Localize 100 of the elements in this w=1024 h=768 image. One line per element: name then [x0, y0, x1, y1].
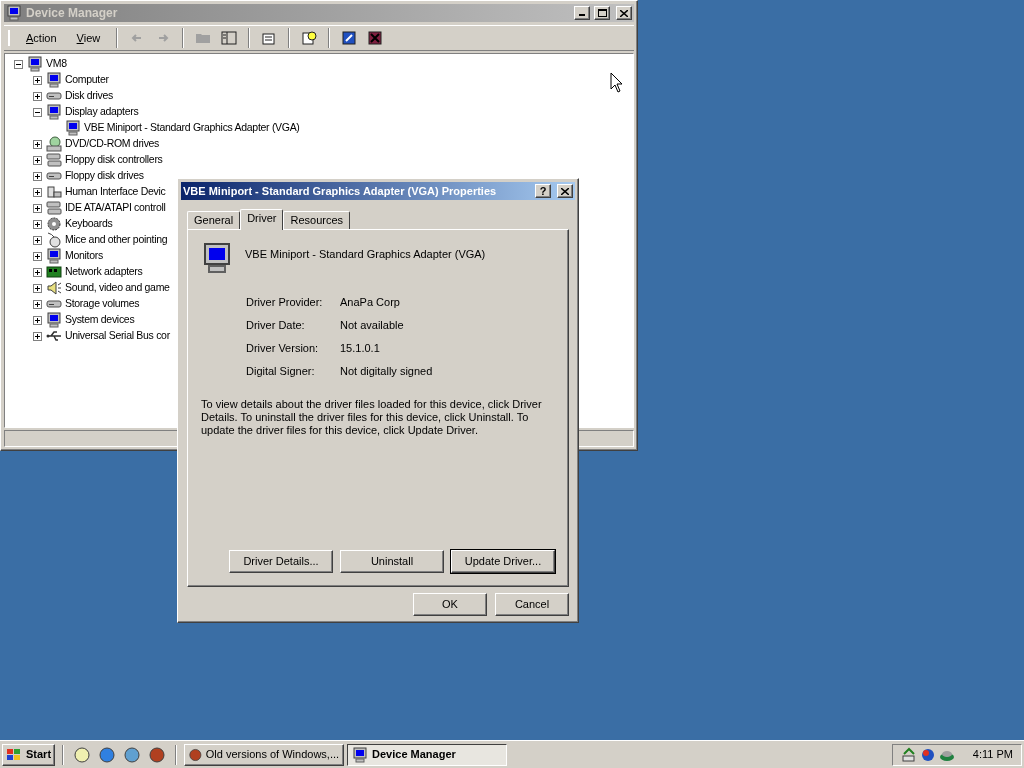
task-button[interactable]: Device Manager: [347, 743, 508, 766]
tree-item[interactable]: Human Interface Devic: [65, 184, 166, 200]
tree-item[interactable]: Disk drives: [65, 88, 114, 104]
tree-item[interactable]: Display adapters: [65, 104, 139, 120]
expand-toggle[interactable]: [32, 315, 42, 325]
plus-icon: [33, 156, 41, 164]
tab[interactable]: Driver: [240, 209, 284, 230]
tree-item[interactable]: Computer: [65, 72, 109, 88]
dialog-title: VBE Miniport - Standard Graphics Adapter (VGA) Properties: [183, 183, 498, 199]
ball-icon: [189, 746, 202, 763]
start-button[interactable]: Start: [2, 743, 56, 766]
expand-toggle[interactable]: [32, 155, 42, 165]
computer-icon: [27, 56, 43, 72]
expand-toggle[interactable]: [32, 107, 42, 117]
tree-item[interactable]: Universal Serial Bus cor: [65, 328, 170, 344]
expand-toggle[interactable]: [13, 59, 23, 69]
tree-item[interactable]: Floppy disk controllers: [65, 152, 163, 168]
clock: 4:11 PM: [972, 747, 1013, 763]
expand-toggle[interactable]: [32, 75, 42, 85]
menu-item[interactable]: View: [68, 29, 109, 47]
minimize-button[interactable]: [574, 6, 590, 20]
network-card-icon: [46, 264, 62, 280]
expand-toggle[interactable]: [32, 139, 42, 149]
action-button[interactable]: Uninstall: [340, 550, 444, 573]
field-value: AnaPa Corp: [340, 295, 400, 309]
usb-icon: [46, 328, 62, 344]
close-icon: [561, 187, 569, 195]
tab[interactable]: Resources: [283, 211, 351, 229]
ball-icon: [149, 746, 166, 763]
maximize-button[interactable]: [594, 6, 610, 20]
properties-icon: [261, 30, 278, 46]
plus-icon: [33, 140, 41, 148]
plus-icon: [33, 252, 41, 260]
plus-icon: [33, 76, 41, 84]
plus-icon: [33, 172, 41, 180]
tree-item[interactable]: System devices: [65, 312, 135, 328]
driver-description: To view details about the driver files loaded for this device, click Driver Details. To uninstall the driver files for this device, click Uninstall. To update the driver files for this device, click Update Driver.: [201, 398, 543, 437]
expand-toggle[interactable]: [32, 219, 42, 229]
task-button[interactable]: Old versions of Windows,...: [184, 743, 345, 766]
speaker-icon: [46, 280, 62, 296]
plus-icon: [33, 220, 41, 228]
close-icon: [620, 9, 628, 17]
tree-item[interactable]: VM8: [46, 56, 67, 72]
field-label: Driver Version:: [246, 341, 320, 355]
tree-item[interactable]: Monitors: [65, 248, 103, 264]
action-button[interactable]: Driver Details...: [229, 550, 333, 573]
expand-toggle[interactable]: [32, 203, 42, 213]
split-pane-icon: [221, 30, 238, 46]
tree-item[interactable]: Network adapters: [65, 264, 143, 280]
tree-item[interactable]: Sound, video and game: [65, 280, 170, 296]
computer-icon: [46, 72, 62, 88]
help-button[interactable]: ?: [535, 184, 551, 198]
field-value: Not available: [340, 318, 404, 332]
tree-item[interactable]: DVD/CD-ROM drives: [65, 136, 160, 152]
tree-item[interactable]: Mice and other pointing: [65, 232, 168, 248]
tree-item[interactable]: VBE Miniport - Standard Graphics Adapter (VGA): [84, 120, 300, 136]
tree-item[interactable]: Storage volumes: [65, 296, 140, 312]
plus-icon: [33, 332, 41, 340]
expand-toggle[interactable]: [32, 331, 42, 341]
app-icon: [6, 5, 22, 21]
expand-toggle[interactable]: [32, 187, 42, 197]
monitor-icon: [201, 242, 233, 274]
action-button[interactable]: Update Driver...: [451, 550, 555, 573]
field-value: Not digitally signed: [340, 364, 433, 378]
plus-icon: [33, 188, 41, 196]
expand-toggle[interactable]: [32, 267, 42, 277]
gear-icon: [46, 216, 62, 232]
monitor-icon: [46, 104, 62, 120]
tree-item[interactable]: Floppy disk drives: [65, 168, 144, 184]
field-label: Driver Provider:: [246, 295, 324, 309]
disc-drive-icon: [46, 136, 62, 152]
network-icon: [901, 746, 917, 763]
expand-toggle[interactable]: [32, 235, 42, 245]
dialog-button[interactable]: Cancel: [495, 593, 569, 616]
expand-toggle[interactable]: [32, 283, 42, 293]
monitor-icon: [46, 248, 62, 264]
menu-item[interactable]: Action: [18, 29, 65, 47]
flag-icon: [6, 747, 22, 762]
monitor-icon: [65, 120, 81, 136]
field-label: Digital Signer:: [246, 364, 316, 378]
expand-toggle[interactable]: [32, 171, 42, 181]
plus-icon: [33, 316, 41, 324]
mouse-pointer-icon: [610, 72, 623, 93]
tree-item[interactable]: Keyboards: [65, 216, 113, 232]
expand-toggle[interactable]: [32, 251, 42, 261]
tree-item[interactable]: IDE ATA/ATAPI controll: [65, 200, 166, 216]
plus-icon: [33, 236, 41, 244]
close-button[interactable]: [557, 184, 573, 198]
dialog-button[interactable]: OK: [413, 593, 487, 616]
plug-icon: [46, 184, 62, 200]
mouse-icon: [46, 232, 62, 248]
device-name: VBE Miniport - Standard Graphics Adapter (VGA): [245, 247, 486, 262]
plus-icon: [33, 92, 41, 100]
expand-toggle[interactable]: [32, 91, 42, 101]
plus-icon: [33, 268, 41, 276]
expand-toggle[interactable]: [32, 299, 42, 309]
close-button[interactable]: [616, 6, 632, 20]
drive-stack-icon: [46, 152, 62, 168]
plus-icon: [33, 204, 41, 212]
tab[interactable]: General: [187, 211, 241, 229]
